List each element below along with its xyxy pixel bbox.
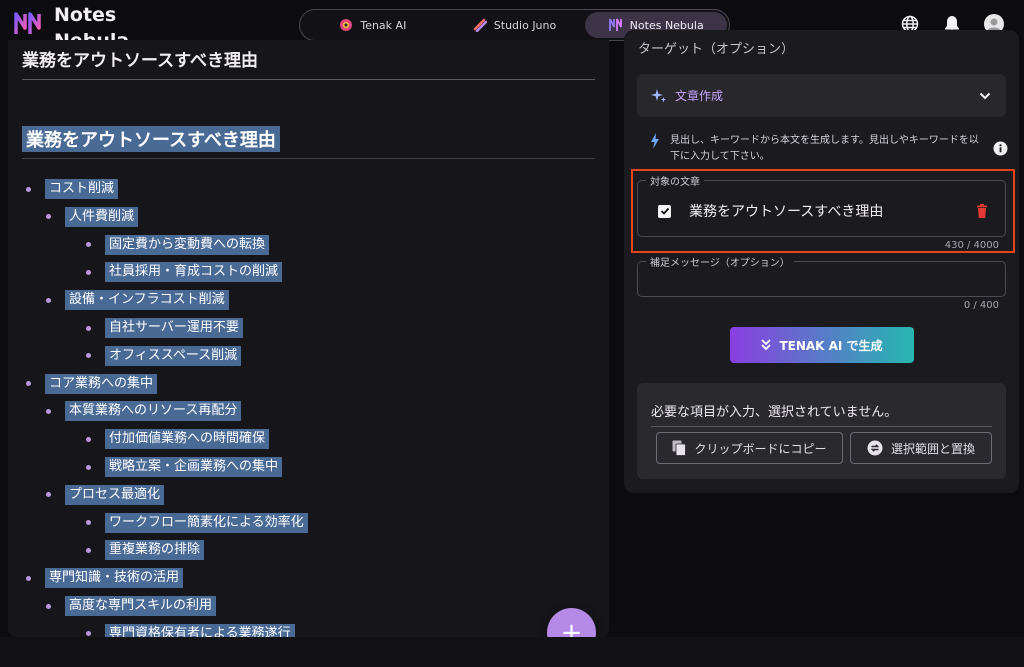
info-icon[interactable]	[993, 141, 1008, 156]
bullet-icon	[26, 186, 31, 192]
bullet-icon	[46, 408, 51, 414]
target-text-field[interactable]: 対象の文章 業務をアウトソースすべき理由	[637, 173, 1006, 237]
notes-nebula-logo-icon	[14, 12, 41, 34]
copy-to-clipboard-button[interactable]: クリップボードにコピー	[656, 432, 843, 464]
list-item[interactable]: 高度な専門スキルの利用	[46, 595, 217, 617]
generate-label: TENAK AI で生成	[779, 338, 883, 353]
check-icon	[660, 207, 669, 215]
list-item-text: 専門知識・技術の活用	[45, 568, 184, 589]
notes-nebula-icon	[608, 18, 622, 31]
list-item[interactable]: 専門資格保有者による業務遂行	[86, 623, 295, 637]
status-message: 必要な項目が入力、選択されていません。	[651, 401, 992, 427]
bullet-icon	[86, 242, 91, 248]
bullet-icon	[26, 381, 31, 387]
section-heading[interactable]: 業務をアウトソースすべき理由	[22, 126, 280, 152]
bullet-icon	[86, 436, 91, 442]
list-item-text: プロセス最適化	[65, 484, 165, 505]
tenak-ai-icon	[340, 19, 353, 31]
list-item[interactable]: コア業務への集中	[26, 373, 158, 395]
bullet-icon	[86, 547, 91, 553]
bullet-icon	[46, 297, 51, 303]
list-item[interactable]: プロセス最適化	[46, 484, 165, 506]
list-item[interactable]: 人件費削減	[46, 206, 139, 228]
list-item[interactable]: 本質業務へのリソース再配分	[46, 400, 242, 422]
mode-selector[interactable]: 文章作成	[637, 74, 1006, 117]
list-item[interactable]: 自社サーバー運用不要	[86, 317, 243, 339]
list-item-text: コア業務への集中	[45, 373, 158, 394]
tab-label: Tenak AI	[360, 18, 407, 32]
list-item[interactable]: コスト削減	[26, 178, 119, 200]
replace-selection-button[interactable]: 選択範囲と置換	[850, 432, 992, 464]
list-item-text: 重複業務の排除	[105, 540, 205, 561]
document-editor[interactable]: 業務をアウトソースすべき理由 業務をアウトソースすべき理由 コスト削減人件費削減…	[8, 40, 609, 637]
list-item[interactable]: 重複業務の排除	[86, 539, 205, 561]
trash-icon[interactable]	[976, 204, 988, 218]
bullet-icon	[26, 575, 31, 581]
copy-icon	[672, 440, 687, 456]
list-item[interactable]: オフィススペース削減	[86, 345, 242, 367]
document-title[interactable]: 業務をアウトソースすべき理由	[22, 46, 595, 80]
mode-label: 文章作成	[675, 89, 724, 103]
double-chevron-down-icon	[761, 339, 772, 351]
list-item-text: 社員採用・育成コストの削減	[105, 262, 283, 283]
tab-studio-juno[interactable]: Studio Juno	[444, 12, 586, 38]
bullet-icon	[86, 353, 91, 359]
list-item[interactable]: 固定費から変動費への転換	[86, 234, 270, 256]
list-item-text: 人件費削減	[65, 206, 139, 227]
target-legend: 対象の文章	[646, 173, 704, 188]
list-item[interactable]: 設備・インフラコスト削減	[46, 289, 229, 311]
target-checkbox[interactable]	[658, 204, 671, 218]
target-counter: 430 / 4000	[944, 240, 999, 251]
chevron-down-icon[interactable]	[978, 89, 992, 103]
list-item-text: 付加価値業務への時間確保	[105, 429, 270, 450]
bullet-icon	[46, 492, 51, 498]
bottom-strip	[0, 637, 1024, 667]
replace-label: 選択範囲と置換	[890, 441, 975, 456]
list-item[interactable]: 戦略立案・企画業務への集中	[86, 456, 283, 478]
list-item[interactable]: ワークフロー簡素化による効率化	[86, 512, 308, 534]
bullet-icon	[46, 214, 51, 220]
sparkle-icon	[651, 88, 666, 102]
bullet-icon	[86, 520, 91, 526]
studio-juno-icon	[473, 18, 487, 32]
list-item[interactable]: 付加価値業務への時間確保	[86, 428, 270, 450]
list-item-text: 固定費から変動費への転換	[105, 234, 270, 255]
list-item-text: 専門資格保有者による業務遂行	[105, 623, 295, 637]
target-section-label: ターゲット（オプション）	[638, 42, 795, 57]
action-card: 必要な項目が入力、選択されていません。 クリップボードにコピー 選択範囲と置換	[637, 383, 1006, 479]
bullet-icon	[86, 464, 91, 470]
list-item-text: 高度な専門スキルの利用	[65, 596, 217, 616]
bullet-icon	[86, 269, 91, 275]
list-item-text: コスト削減	[45, 179, 119, 199]
list-item-text: オフィススペース削減	[105, 345, 242, 366]
target-text: 業務をアウトソースすべき理由	[689, 204, 884, 220]
add-block-button[interactable]: +	[547, 608, 596, 637]
generate-button[interactable]: TENAK AI で生成	[730, 327, 914, 363]
hint-text: 見出し、キーワードから本文を生成します。見出しやキーワードを以下に入力して下さい…	[670, 135, 979, 162]
swap-icon	[867, 440, 883, 456]
hint-block: 見出し、キーワードから本文を生成します。見出しやキーワードを以下に入力して下さい…	[650, 133, 1008, 165]
list-item-text: 戦略立案・企画業務への集中	[105, 457, 283, 477]
supplement-legend: 補足メッセージ（オプション）	[646, 254, 794, 269]
list-item-text: 本質業務へのリソース再配分	[65, 401, 242, 422]
list-item[interactable]: 社員採用・育成コストの削減	[86, 261, 283, 283]
ai-panel: ターゲット（オプション） 文章作成 見出し、キーワードから本文を生成します。見出…	[624, 30, 1019, 493]
bullet-icon	[86, 325, 91, 331]
tab-tenak-ai[interactable]: Tenak AI	[302, 12, 444, 38]
list-item[interactable]: 専門知識・技術の活用	[26, 567, 184, 589]
bullet-icon	[46, 603, 51, 609]
list-item-text: 設備・インフラコスト削減	[65, 290, 229, 311]
supplement-message-field[interactable]: 補足メッセージ（オプション）	[637, 254, 1006, 297]
lightning-icon	[651, 133, 659, 149]
copy-label: クリップボードにコピー	[694, 441, 827, 456]
bullet-icon	[86, 631, 91, 637]
supplement-counter: 0 / 400	[963, 300, 999, 311]
heading-divider	[22, 158, 595, 159]
list-item-text: 自社サーバー運用不要	[105, 318, 243, 338]
tab-label: Studio Juno	[493, 18, 557, 32]
list-item-text: ワークフロー簡素化による効率化	[105, 512, 308, 533]
